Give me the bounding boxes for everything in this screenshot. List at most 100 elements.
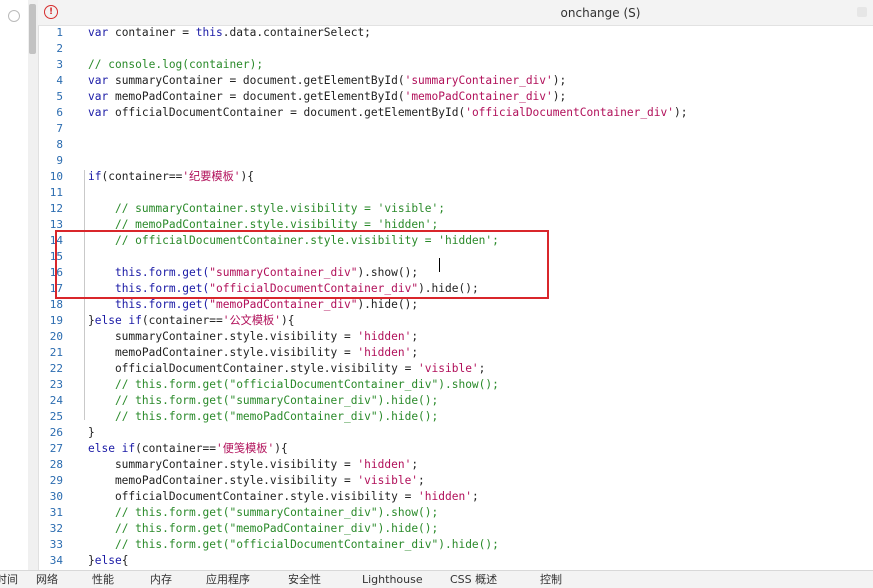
code-line[interactable]: 10 if(container=='纪要模板'){	[38, 169, 873, 185]
line-text: officialDocumentContainer.style.visibili…	[88, 361, 485, 377]
code-line[interactable]: 34}else{	[38, 553, 873, 569]
code-token: (container==	[135, 442, 216, 455]
code-line[interactable]: 11	[38, 185, 873, 201]
code-token: 'hidden'	[418, 490, 472, 503]
code-token: if	[88, 170, 102, 183]
devtools-tab[interactable]: 应用程序	[206, 572, 250, 587]
line-number: 2	[56, 42, 63, 55]
code-token: ).hide();	[357, 298, 419, 311]
devtools-tab[interactable]: 安全性	[288, 572, 321, 587]
devtools-tab[interactable]: CSS 概述	[450, 572, 497, 587]
code-token: }	[88, 426, 95, 439]
code-line[interactable]: 19 }else if(container=='公文模板'){	[38, 313, 873, 329]
line-text: summaryContainer.style.visibility = 'hid…	[88, 457, 418, 473]
code-token: // this.form.get("officialDocumentContai…	[114, 378, 499, 391]
line-number: 27	[49, 442, 63, 455]
code-token: officialDocumentContainer.style.visibili…	[88, 490, 419, 503]
devtools-tab[interactable]: 控制	[540, 572, 562, 587]
line-number: 29	[49, 474, 63, 487]
code-line[interactable]: 26}	[38, 425, 873, 441]
code-token: );	[552, 74, 567, 87]
code-line[interactable]: 33 // this.form.get("officialDocumentCon…	[38, 537, 873, 553]
code-line[interactable]: 20 summaryContainer.style.visibility = '…	[38, 329, 873, 345]
line-number: 4	[56, 74, 63, 87]
line-number: 18	[49, 298, 63, 311]
code-token: ;	[471, 490, 479, 503]
code-line[interactable]: 21 memoPadContainer.style.visibility = '…	[38, 345, 873, 361]
code-line[interactable]: 32 // this.form.get("memoPadContainer_di…	[38, 521, 873, 537]
code-token: {	[121, 554, 129, 567]
code-line[interactable]: 18 this.form.get("memoPadContainer_div")…	[38, 297, 873, 313]
code-line[interactable]: 31 // this.form.get("summaryContainer_di…	[38, 505, 873, 521]
line-number: 23	[49, 378, 63, 391]
line-text: memoPadContainer.style.visibility = 'hid…	[88, 345, 418, 361]
code-token: memoPadContainer.style.visibility =	[88, 346, 358, 359]
line-number: 7	[56, 122, 63, 135]
code-line[interactable]: 2	[38, 41, 873, 57]
code-line[interactable]: 8	[38, 137, 873, 153]
code-token: 'officialDocumentContainer_div'	[465, 106, 675, 119]
line-text: var summaryContainer = document.getEleme…	[88, 73, 566, 89]
editor-title-bar: ! onchange (S)	[38, 0, 873, 26]
line-text: }else if(container=='公文模板'){	[88, 313, 294, 329]
line-text: // this.form.get("memoPadContainer_div")…	[88, 409, 438, 425]
scrollbar-thumb[interactable]	[29, 4, 36, 54]
code-line[interactable]: 27 else if(container=='便笺模板'){	[38, 441, 873, 457]
text-cursor	[439, 258, 440, 272]
code-line[interactable]: 28 summaryContainer.style.visibility = '…	[38, 457, 873, 473]
code-line[interactable]: 30 officialDocumentContainer.style.visib…	[38, 489, 873, 505]
code-line[interactable]: 9	[38, 153, 873, 169]
code-token: summaryContainer.style.visibility =	[88, 458, 358, 471]
code-token: 'summaryContainer_div'	[404, 74, 553, 87]
code-line[interactable]: 29 memoPadContainer.style.visibility = '…	[38, 473, 873, 489]
line-text: }	[88, 425, 95, 441]
code-line[interactable]: 1 var container = this.data.containerSele…	[38, 25, 873, 41]
code-token: // console.log(container);	[88, 58, 264, 71]
code-line[interactable]: 4 var summaryContainer = document.getElem…	[38, 73, 873, 89]
line-text: // this.form.get("memoPadContainer_div")…	[88, 521, 438, 537]
line-number: 12	[49, 202, 63, 215]
breakpoint-marker-icon[interactable]	[8, 10, 20, 22]
code-line[interactable]: 5 var memoPadContainer = document.getElem…	[38, 89, 873, 105]
line-number: 25	[49, 410, 63, 423]
line-number: 22	[49, 362, 63, 375]
code-token: var	[88, 74, 115, 87]
code-token: // this.form.get("summaryContainer_div")…	[114, 394, 439, 407]
line-number: 20	[49, 330, 63, 343]
code-token: ;	[478, 362, 486, 375]
devtools-tab[interactable]: 内存	[150, 572, 172, 587]
line-number: 31	[49, 506, 63, 519]
code-token: else if	[94, 314, 142, 327]
code-line[interactable]: 22 officialDocumentContainer.style.visib…	[38, 361, 873, 377]
line-number: 5	[56, 90, 63, 103]
code-token: var	[88, 106, 115, 119]
code-token: officialDocumentContainer = document.get…	[114, 106, 466, 119]
code-token: // summaryContainer.style.visibility = '…	[114, 202, 445, 215]
code-token: ;	[411, 346, 419, 359]
devtools-tab[interactable]: Lighthouse	[362, 572, 423, 587]
devtools-tab[interactable]: 网络	[36, 572, 58, 587]
code-line[interactable]: 12 // summaryContainer.style.visibility …	[38, 201, 873, 217]
code-line[interactable]: 24 // this.form.get("summaryContainer_di…	[38, 393, 873, 409]
line-text: // this.form.get("officialDocumentContai…	[88, 537, 499, 553]
line-number: 6	[56, 106, 63, 119]
code-token: '公文模板'	[222, 314, 281, 327]
code-token: ){	[274, 442, 288, 455]
devtools-tab[interactable]: 时间	[0, 572, 18, 587]
close-icon[interactable]	[857, 7, 867, 17]
code-line[interactable]: 25 // this.form.get("memoPadContainer_di…	[38, 409, 873, 425]
line-text: var memoPadContainer = document.getEleme…	[88, 89, 566, 105]
devtools-tab[interactable]: 性能	[92, 572, 114, 587]
code-line[interactable]: 23 // this.form.get("officialDocumentCon…	[38, 377, 873, 393]
line-number: 19	[49, 314, 63, 327]
code-line[interactable]: 3 // console.log(container);	[38, 57, 873, 73]
code-line[interactable]: 6 var officialDocumentContainer = documen…	[38, 105, 873, 121]
code-line[interactable]: 7	[38, 121, 873, 137]
code-token: .data.containerSelect;	[222, 26, 371, 39]
code-token: container =	[114, 26, 196, 39]
